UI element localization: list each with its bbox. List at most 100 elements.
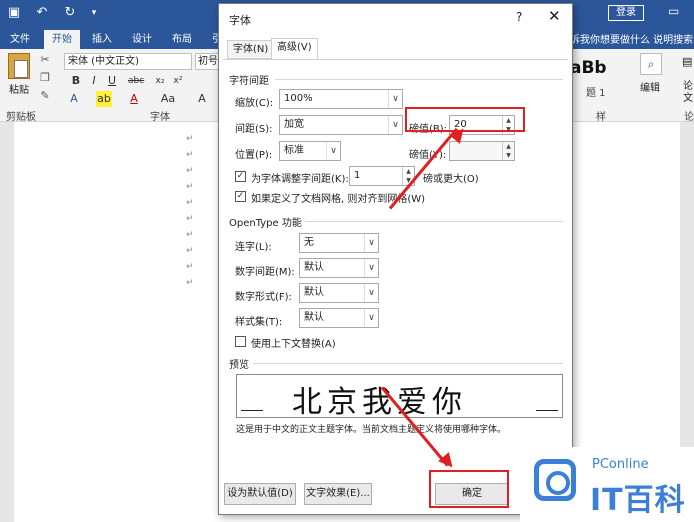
kerning-checkbox[interactable]: ✓ xyxy=(235,171,246,182)
paragraph-mark: ↵ xyxy=(186,198,194,208)
tab-advanced[interactable]: 高级(V) xyxy=(271,38,318,60)
chevron-down-icon: ∨ xyxy=(326,142,340,160)
cut-icon[interactable]: ✂ xyxy=(38,53,52,67)
tab-file[interactable]: 文件 xyxy=(2,30,38,49)
grid-checkbox[interactable]: ✓ xyxy=(235,191,246,202)
preview-heading: 预览 xyxy=(229,360,249,371)
kerning-label: 为字体调整字间距(K): xyxy=(251,174,349,185)
spacing-select[interactable]: 加宽 ∨ xyxy=(279,115,403,135)
italic-icon[interactable]: I xyxy=(86,73,102,89)
font-size-box[interactable]: 初号 xyxy=(195,53,219,70)
strikethrough-icon[interactable]: abc xyxy=(128,73,144,89)
num-spacing-label: 数字间距(M): xyxy=(235,267,295,278)
pconline-watermark: PConline IT百科 xyxy=(520,447,694,522)
position-by-input[interactable]: ▲ ▼ xyxy=(449,141,515,161)
num-forms-value: 默认 xyxy=(304,287,324,298)
style-gallery-name: 题 1 xyxy=(586,88,606,99)
superscript-icon[interactable]: x² xyxy=(170,73,186,89)
tell-me-search[interactable]: 诉我你想要做什么 说明搜索 xyxy=(570,31,693,46)
spinner-icon[interactable]: ▲ ▼ xyxy=(502,142,514,160)
chevron-down-icon: ∨ xyxy=(388,116,402,134)
tab-layout[interactable]: 布局 xyxy=(164,30,200,49)
style-gallery-sample[interactable]: aBb xyxy=(570,58,607,78)
text-effects-button[interactable]: 文字效果(E)... xyxy=(304,483,372,505)
paragraph-mark: ↵ xyxy=(186,166,194,176)
position-value: 标准 xyxy=(284,145,304,156)
contextual-checkbox[interactable] xyxy=(235,336,246,347)
grow-font-icon[interactable]: A xyxy=(194,91,210,107)
chevron-down-icon: ∨ xyxy=(364,309,378,327)
copy-icon[interactable]: ❐ xyxy=(38,71,52,85)
divider xyxy=(253,363,563,364)
stylistic-select[interactable]: 默认 ∨ xyxy=(299,308,379,328)
text-effects-icon[interactable]: A xyxy=(66,91,82,107)
preview-baseline xyxy=(536,410,558,411)
tab-design[interactable]: 设计 xyxy=(124,30,160,49)
close-icon[interactable]: ✕ xyxy=(548,7,561,25)
editing-label[interactable]: 编辑 xyxy=(640,79,660,94)
help-button[interactable]: ? xyxy=(516,10,522,24)
bold-icon[interactable]: B xyxy=(68,73,84,89)
kerning-suffix: 磅或更大(O) xyxy=(423,174,479,185)
watermark-brand: PConline xyxy=(592,457,649,472)
position-label: 位置(P): xyxy=(235,150,273,161)
watermark-title: IT百科 xyxy=(590,483,686,518)
char-spacing-heading: 字符间距 xyxy=(229,76,269,87)
ligatures-value: 无 xyxy=(304,237,314,248)
paragraph-mark: ↵ xyxy=(186,214,194,224)
opentype-heading: OpenType 功能 xyxy=(229,218,302,229)
contextual-label: 使用上下文替换(A) xyxy=(251,339,336,350)
kerning-value: 1 xyxy=(354,170,361,181)
set-default-button[interactable]: 设为默认值(D) xyxy=(224,483,296,505)
font-color-icon[interactable]: A xyxy=(126,91,142,107)
group-styles-label: 样 xyxy=(596,112,606,123)
tab-insert[interactable]: 插入 xyxy=(84,30,120,49)
font-name-box[interactable]: 宋体 (中文正文) xyxy=(64,53,192,70)
login-button[interactable]: 登录 xyxy=(608,5,644,21)
customize-icon[interactable]: ▾ xyxy=(86,5,102,21)
search-icon[interactable]: ⌕ xyxy=(640,53,662,75)
num-spacing-select[interactable]: 默认 ∨ xyxy=(299,258,379,278)
font-dialog: 字体 ? ✕ 字体(N) 高级(V) 字符间距 缩放(C): 100% ∨ 间距… xyxy=(218,3,573,515)
spacing-value: 加宽 xyxy=(284,119,304,130)
num-forms-select[interactable]: 默认 ∨ xyxy=(299,283,379,303)
stylistic-value: 默认 xyxy=(304,312,324,323)
paragraph-mark: ↵ xyxy=(186,246,194,256)
group-clipboard-label: 剪贴板 xyxy=(6,112,36,123)
save-icon[interactable]: ▣ xyxy=(6,5,22,21)
group-font-label: 字体 xyxy=(150,112,170,123)
highlight-icon[interactable]: ab xyxy=(96,91,112,107)
paste-button[interactable]: 粘贴 xyxy=(6,53,32,103)
preview-note: 这是用于中文的正文主题字体。当前文档主题定义将使用哪种字体。 xyxy=(236,425,507,435)
paper-icon[interactable]: ▤ xyxy=(682,55,694,71)
highlight-box-ok xyxy=(429,470,509,508)
preview-baseline xyxy=(241,410,263,411)
kerning-input[interactable]: 1 ▲ ▼ xyxy=(349,166,415,186)
chevron-down-icon: ∨ xyxy=(364,259,378,277)
paragraph-mark: ↵ xyxy=(186,134,194,144)
position-select[interactable]: 标准 ∨ xyxy=(279,141,341,161)
tab-home[interactable]: 开始 xyxy=(44,30,80,49)
ligatures-select[interactable]: 无 ∨ xyxy=(299,233,379,253)
undo-icon[interactable]: ↶ xyxy=(34,5,50,21)
change-case-icon[interactable]: Aa xyxy=(158,91,178,107)
redo-icon[interactable]: ↻ xyxy=(62,5,78,21)
num-spacing-value: 默认 xyxy=(304,262,324,273)
paste-label: 粘贴 xyxy=(9,85,29,96)
scale-select[interactable]: 100% ∨ xyxy=(279,89,403,109)
dialog-title: 字体 xyxy=(229,14,251,27)
highlight-box-spacing xyxy=(405,107,525,132)
paragraph-mark: ↵ xyxy=(186,230,194,240)
format-painter-icon[interactable]: ✎ xyxy=(38,89,52,103)
tab-font[interactable]: 字体(N) xyxy=(227,40,275,59)
ligatures-label: 连字(L): xyxy=(235,242,272,253)
group-right-label: 论 xyxy=(684,112,694,123)
pconline-logo-icon xyxy=(534,459,576,501)
underline-icon[interactable]: U xyxy=(104,73,120,89)
clipboard-icon xyxy=(8,53,30,79)
divider xyxy=(305,221,563,222)
scale-value: 100% xyxy=(284,93,313,104)
ribbon-display-icon[interactable]: ▭ xyxy=(668,4,679,18)
paper-label[interactable]: 论文 xyxy=(683,81,694,105)
subscript-icon[interactable]: x₂ xyxy=(152,73,168,89)
